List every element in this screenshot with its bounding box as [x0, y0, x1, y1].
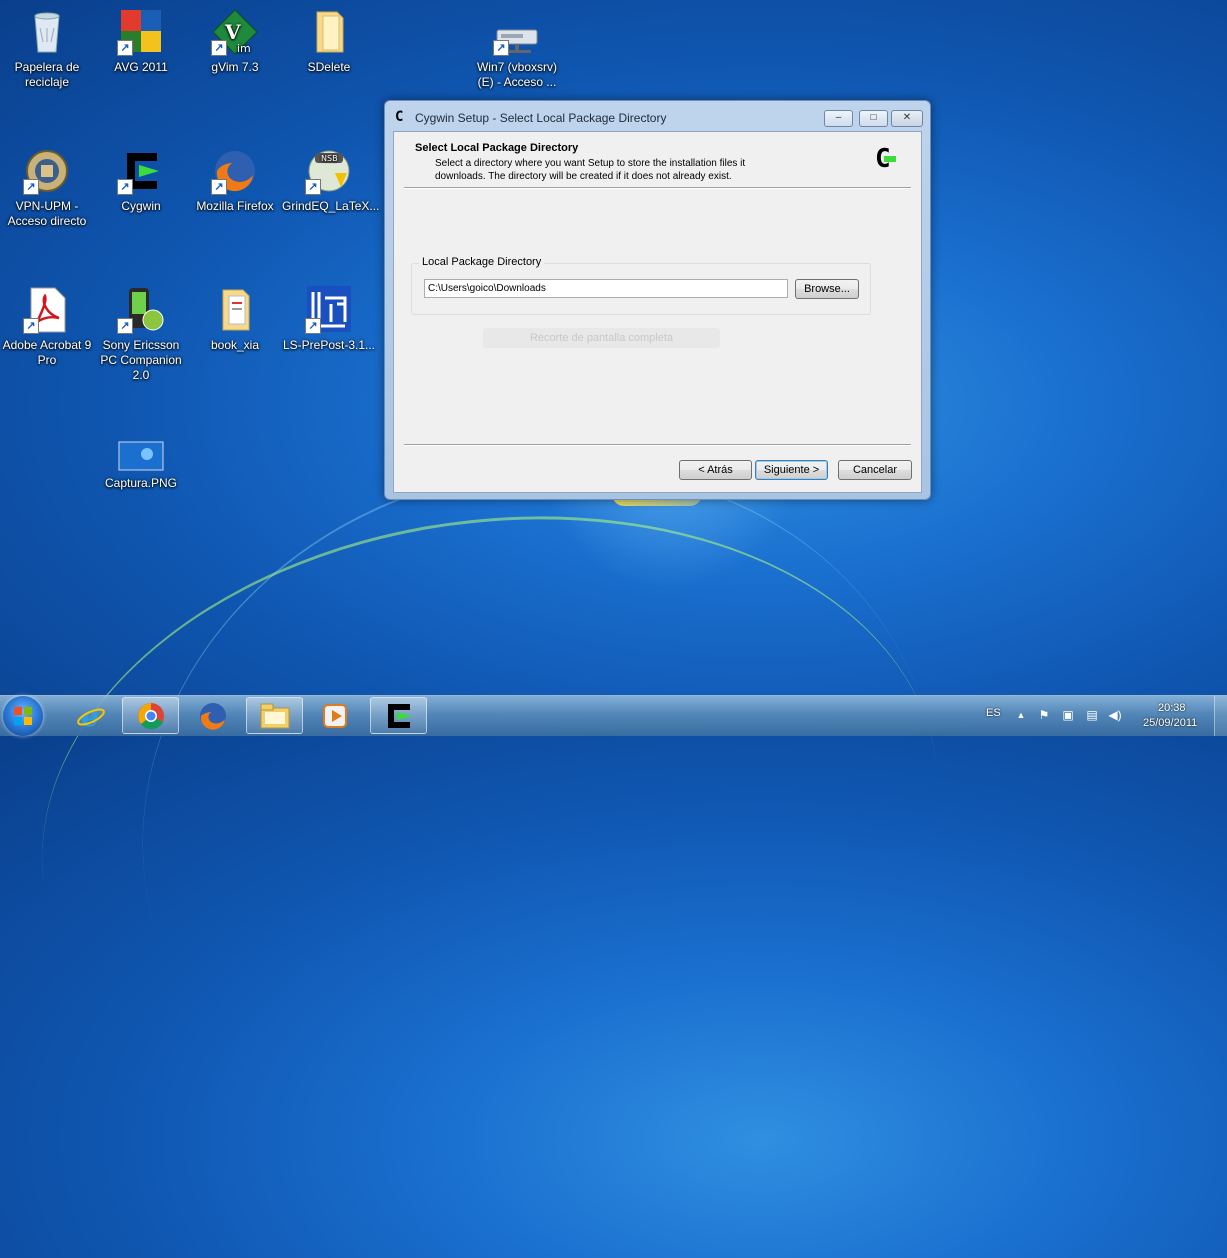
wallpaper-arc-2 — [66, 383, 1014, 1258]
dialog-body: Select Local Package Directory Select a … — [393, 131, 922, 493]
shortcut-arrow-icon: ↗ — [493, 40, 509, 56]
image-file-icon — [117, 440, 165, 472]
desktop-icon-gvim[interactable]: Vim ↗ gVim 7.3 — [188, 8, 282, 75]
cancel-button[interactable]: Cancelar — [838, 460, 912, 480]
desktop-icon-acrobat[interactable]: ↗ Adobe Acrobat 9 Pro — [0, 286, 94, 368]
cygwin-icon: ↗ — [117, 147, 165, 195]
shortcut-arrow-icon: ↗ — [117, 179, 133, 195]
shortcut-arrow-icon: ↗ — [117, 40, 133, 56]
vpn-upm-icon: ↗ — [23, 147, 71, 195]
cygwin-logo-icon: C — [875, 146, 901, 172]
folder-docs-icon — [211, 286, 259, 334]
avg-icon: ↗ — [117, 8, 165, 56]
cygwin-setup-dialog: C Cygwin Setup - Select Local Package Di… — [384, 100, 931, 500]
close-button[interactable]: ✕ — [891, 110, 923, 127]
directory-path-input[interactable] — [424, 279, 788, 298]
action-center-flag-icon[interactable]: ⚑ — [1037, 708, 1051, 722]
screenshot-tooltip-ghost: Recorte de pantalla completa — [483, 328, 720, 348]
desktop-icon-avg[interactable]: ↗ AVG 2011 — [94, 8, 188, 75]
desktop-icon-lsprepost[interactable]: ↗ LS-PrePost-3.1... — [282, 286, 376, 353]
desktop-icon-recycle-bin[interactable]: Papelera de reciclaje — [0, 8, 94, 90]
firefox-icon — [199, 702, 226, 730]
desktop-icon-vpn-upm[interactable]: ↗ VPN-UPM - Acceso directo — [0, 147, 94, 229]
header-separator — [404, 187, 911, 189]
close-icon: ✕ — [902, 112, 912, 123]
media-player-icon — [322, 703, 347, 728]
svg-text:im: im — [237, 42, 251, 55]
grindeq-icon: NSB ↗ — [305, 147, 353, 195]
minimize-icon: – — [835, 112, 842, 123]
group-label: Local Package Directory — [419, 256, 545, 268]
shortcut-arrow-icon: ↗ — [305, 318, 321, 334]
recycle-bin-icon — [23, 8, 71, 56]
clock-date[interactable]: 25/09/2011 — [1143, 717, 1197, 729]
dialog-title: Cygwin Setup - Select Local Package Dire… — [415, 111, 667, 125]
shortcut-arrow-icon: ↗ — [211, 40, 227, 56]
show-hidden-icons-icon[interactable]: ▲ — [1014, 708, 1028, 722]
desktop-icon-sdelete[interactable]: SDelete — [282, 8, 376, 75]
desktop-icon-cygwin[interactable]: ↗ Cygwin — [94, 147, 188, 214]
explorer-icon — [260, 703, 289, 728]
next-button[interactable]: Siguiente > — [755, 460, 828, 480]
taskbar-chrome[interactable] — [122, 697, 179, 734]
desktop-icon-network-drive[interactable]: ↗ Win7 (vboxsrv) (E) - Acceso ... — [469, 20, 565, 90]
clock-time[interactable]: 20:38 — [1158, 702, 1186, 714]
phone-icon: ↗ — [117, 286, 165, 334]
taskbar-explorer[interactable] — [246, 697, 303, 734]
shortcut-arrow-icon: ↗ — [211, 179, 227, 195]
footer-separator — [404, 444, 911, 446]
desktop-icon-grindeq[interactable]: NSB ↗ GrindEQ_LaTeX... — [282, 147, 379, 214]
browse-button[interactable]: Browse... — [795, 279, 859, 299]
taskbar-ie[interactable]: e — [62, 697, 119, 734]
taskbar-firefox[interactable] — [184, 697, 241, 734]
maximize-button[interactable]: □ — [859, 110, 888, 127]
shortcut-arrow-icon: ↗ — [117, 318, 133, 334]
shortcut-arrow-icon: ↗ — [305, 179, 321, 195]
windows-flag-icon — [14, 707, 32, 725]
taskbar-cygwin[interactable] — [370, 697, 427, 734]
gvim-icon: Vim ↗ — [211, 8, 259, 56]
start-button[interactable] — [3, 696, 43, 736]
cygwin-icon — [387, 703, 412, 728]
lsprepost-icon: ↗ — [305, 286, 353, 334]
desktop-icon-sony-ericsson[interactable]: ↗ Sony Ericsson PC Companion 2.0 — [94, 286, 188, 383]
local-package-directory-group: Local Package Directory Browse... — [411, 256, 871, 315]
firefox-icon: ↗ — [211, 147, 259, 195]
page-title: Select Local Package Directory — [415, 142, 579, 154]
svg-text:NSB: NSB — [321, 154, 338, 163]
network-drive-icon: ↗ — [493, 20, 541, 56]
maximize-icon: □ — [870, 112, 877, 123]
volume-icon[interactable]: ◀) — [1108, 708, 1122, 722]
network-icon[interactable]: ▤ — [1085, 708, 1099, 722]
minimize-button[interactable]: – — [824, 110, 853, 127]
desktop-icon-captura-png[interactable]: Captura.PNG — [94, 440, 188, 491]
chrome-icon — [137, 702, 164, 729]
taskbar: e ES ▲ ⚑ ▣ ▤ ◀) 20:38 25/09/2011 — [0, 695, 1227, 736]
language-indicator[interactable]: ES — [986, 707, 1001, 719]
page-description: Select a directory where you want Setup … — [435, 158, 746, 182]
cygwin-icon: C — [395, 109, 404, 125]
acrobat-icon: ↗ — [23, 286, 71, 334]
desktop-icon-book-xia[interactable]: book_xia — [188, 286, 282, 353]
folder-icon — [305, 8, 353, 56]
show-desktop-button[interactable] — [1214, 696, 1227, 736]
shortcut-arrow-icon: ↗ — [23, 179, 39, 195]
ie-icon: e — [76, 701, 105, 731]
shortcut-arrow-icon: ↗ — [23, 318, 39, 334]
taskbar-media-player[interactable] — [306, 697, 363, 734]
desktop-icon-firefox[interactable]: ↗ Mozilla Firefox — [188, 147, 282, 214]
dialog-titlebar[interactable]: C Cygwin Setup - Select Local Package Di… — [385, 101, 930, 131]
device-icon[interactable]: ▣ — [1061, 708, 1075, 722]
back-button[interactable]: < Atrás — [679, 460, 752, 480]
